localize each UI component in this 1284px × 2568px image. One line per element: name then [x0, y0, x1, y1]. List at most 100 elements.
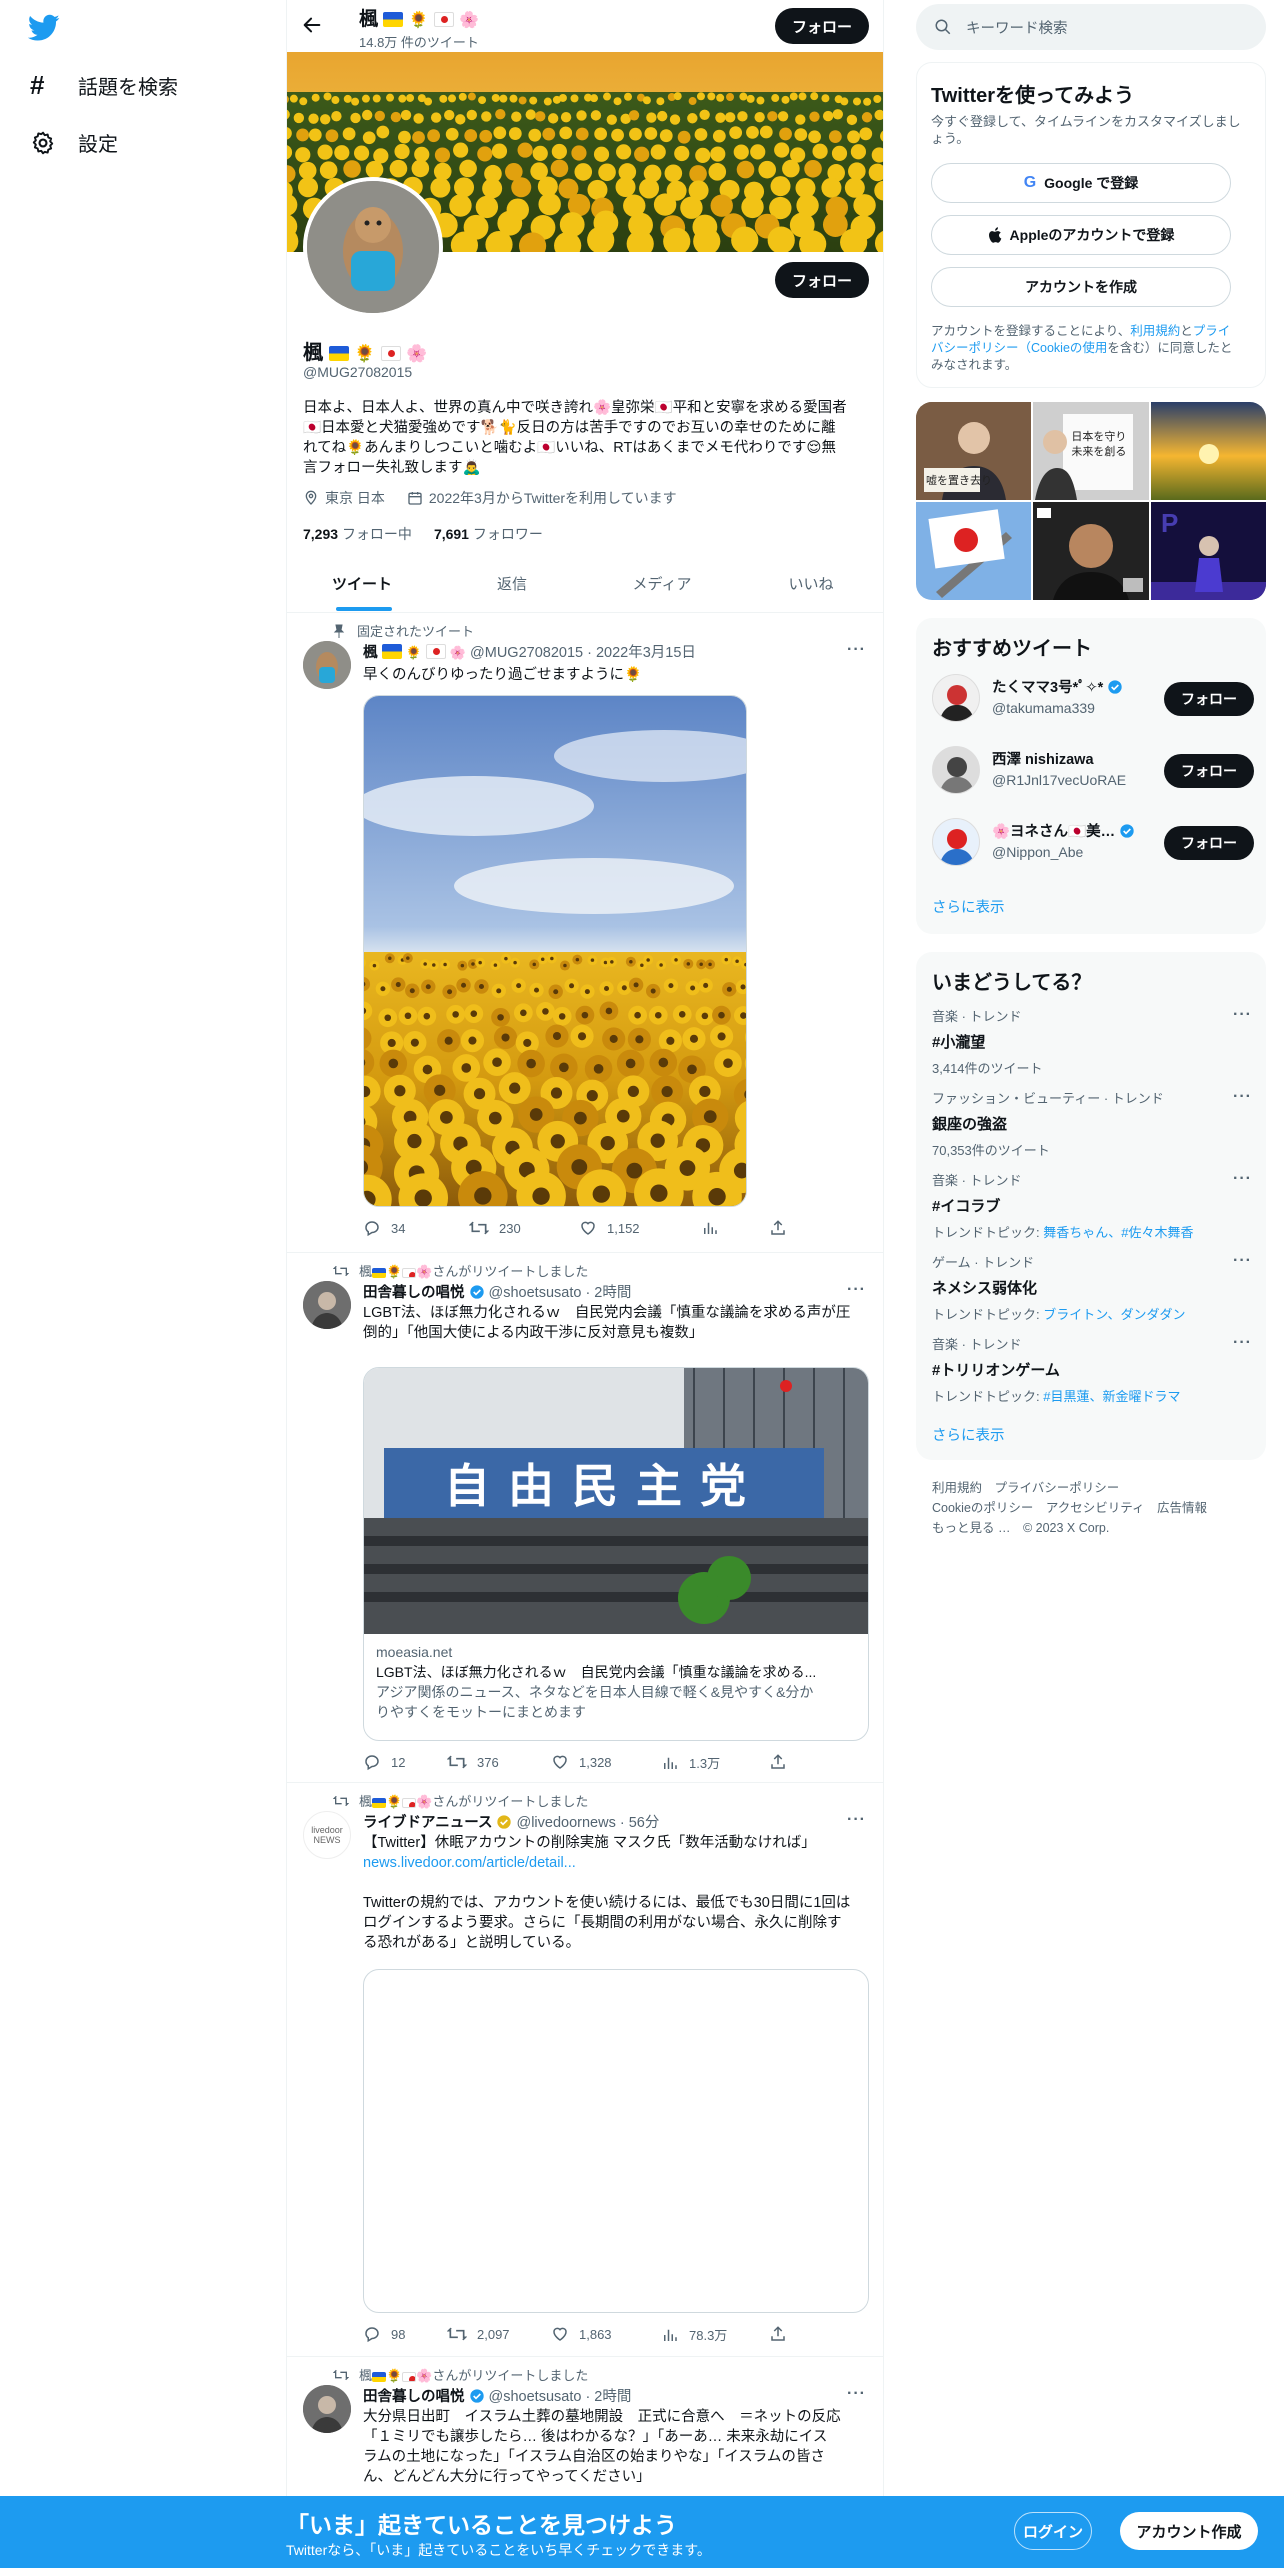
terms-text-part: アカウントを登録することにより、: [931, 324, 1131, 338]
media-thumbnail[interactable]: 日本を守り 未来を創る: [1033, 402, 1149, 500]
trend-item[interactable]: 音楽 · トレンド #小瀧望 3,414件のツイート ···: [932, 1006, 1252, 1077]
reply-button[interactable]: 12: [363, 1753, 405, 1771]
privacy-link[interactable]: プライ: [1193, 324, 1231, 338]
tab-tweets[interactable]: ツイート: [287, 553, 437, 613]
more-options-icon[interactable]: ···: [1233, 1006, 1252, 1024]
more-options-icon[interactable]: ···: [1233, 1252, 1252, 1270]
login-button[interactable]: ログイン: [1014, 2512, 1092, 2550]
trend-item[interactable]: 音楽 · トレンド #イコラブ トレンドトピック: 舞香ちゃん、#佐々木舞香 ·…: [932, 1170, 1252, 1241]
account-name[interactable]: たくママ3号*ﾟ✧*: [992, 676, 1103, 697]
like-count: 1,863: [579, 2326, 612, 2342]
terms-link[interactable]: 利用規約: [1130, 324, 1180, 338]
more-options-icon[interactable]: ···: [847, 1811, 866, 1829]
views-button[interactable]: 1.3万: [661, 1753, 720, 1772]
more-options-icon[interactable]: ···: [847, 2385, 866, 2403]
followers-link[interactable]: 7,691 フォロワー: [434, 524, 543, 544]
avatar[interactable]: [303, 1281, 351, 1329]
search-input[interactable]: キーワード検索: [916, 4, 1266, 50]
tab-media[interactable]: メディア: [587, 553, 737, 613]
apple-signup-button[interactable]: Appleのアカウントで登録: [931, 215, 1231, 255]
recommended-account[interactable]: たくママ3号*ﾟ✧* @takumama339 フォロー: [932, 670, 1254, 730]
privacy-link[interactable]: バシーポリシー（Cookieの使用: [931, 341, 1107, 355]
google-signup-button[interactable]: G Google で登録: [931, 163, 1231, 203]
link-card[interactable]: 自由民主党 moeasia.net LGBT法、ほぼ無力化されるｗ 自民党内会議…: [363, 1367, 869, 1741]
more-options-icon[interactable]: ···: [847, 641, 866, 659]
media-placeholder[interactable]: [363, 1969, 869, 2313]
retweet-button[interactable]: 230: [469, 1219, 521, 1237]
thumbnail-sign-text: 嘘を置き去り: [926, 475, 992, 487]
reply-button[interactable]: 34: [363, 1219, 405, 1237]
nav-settings[interactable]: 設定: [30, 128, 118, 157]
tweet-author[interactable]: ライブドアニュース: [363, 1811, 492, 1832]
tweet-link[interactable]: news.livedoor.com/article/detail...: [363, 1853, 850, 1873]
recommended-account[interactable]: 🌸ヨネさん🇯🇵美… @Nippon_Abe フォロー: [932, 814, 1254, 874]
follow-button[interactable]: フォロー: [1164, 682, 1254, 716]
account-name[interactable]: 🌸ヨネさん🇯🇵美…: [992, 820, 1115, 841]
trend-item[interactable]: ゲーム · トレンド ネメシス弱体化 トレンドトピック: ブライトン、ダンダダン…: [932, 1252, 1252, 1323]
show-more-link[interactable]: さらに表示: [932, 1424, 1005, 1445]
media-thumbnail[interactable]: P: [1150, 502, 1266, 600]
tweet-author[interactable]: 楓: [363, 645, 378, 661]
media-thumbnail[interactable]: [916, 502, 1032, 600]
recommended-account[interactable]: 西澤 nishizawa @R1Jnl17vecUoRAE フォロー: [932, 742, 1254, 802]
tweet-author[interactable]: 田舎暮しの唱悦: [363, 2385, 465, 2406]
header-follow-button[interactable]: フォロー: [775, 8, 869, 44]
footer-line[interactable]: 利用規約 プライバシーポリシー: [932, 1478, 1207, 1498]
profile-follow-button[interactable]: フォロー: [775, 262, 869, 298]
views-button[interactable]: 78.3万: [661, 2325, 727, 2344]
avatar[interactable]: livedoor NEWS: [303, 1811, 351, 1859]
more-options-icon[interactable]: ···: [847, 1281, 866, 1299]
tweet-retweet-lgbt[interactable]: 楓 🌻 🌸さんがリツイートしました 田舎暮しの唱悦 @shoetsusato · 2…: [287, 1253, 883, 1783]
trend-topic-links[interactable]: 舞香ちゃん、#佐々木舞香: [1043, 1225, 1193, 1240]
reply-button[interactable]: 98: [363, 2325, 405, 2343]
tab-likes[interactable]: いいね: [737, 553, 883, 613]
media-thumbnail[interactable]: 嘘を置き去り: [916, 402, 1032, 500]
nav-explore[interactable]: # 話題を検索: [30, 70, 178, 101]
retweet-button[interactable]: 376: [447, 1753, 499, 1771]
more-options-icon[interactable]: ···: [1233, 1088, 1252, 1106]
trend-topic-links[interactable]: #目黒蓮、新金曜ドラマ: [1043, 1389, 1180, 1404]
like-button[interactable]: 1,152: [579, 1219, 640, 1237]
tweet-retweet-oita[interactable]: 楓 🌻 🌸さんがリツイートしました 田舎暮しの唱悦 @shoetsusato · 2…: [287, 2357, 883, 2507]
retweet-button[interactable]: 2,097: [447, 2325, 510, 2343]
tweet-image[interactable]: [363, 695, 747, 1207]
follow-button[interactable]: フォロー: [1164, 826, 1254, 860]
twitter-logo-icon[interactable]: [28, 14, 60, 42]
more-options-icon[interactable]: ···: [1233, 1170, 1252, 1188]
trend-item[interactable]: 音楽 · トレンド #トリリオンゲーム トレンドトピック: #目黒蓮、新金曜ドラ…: [932, 1334, 1252, 1405]
avatar[interactable]: [303, 2385, 351, 2433]
tab-replies[interactable]: 返信: [437, 553, 587, 613]
tweet-pinned[interactable]: 固定されたツイート 楓 🌻 🌸 @MUG27082015 · 2022年3月15…: [287, 613, 883, 1253]
context-name[interactable]: 楓: [359, 2368, 372, 2383]
like-button[interactable]: 1,863: [551, 2325, 612, 2343]
context-name[interactable]: 楓: [359, 1264, 372, 1279]
following-link[interactable]: 7,293 フォロー中: [303, 524, 412, 544]
signup-button[interactable]: アカウント作成: [1120, 2512, 1258, 2550]
trend-item[interactable]: ファッション・ビューティー · トレンド 銀座の強盗 70,353件のツイート …: [932, 1088, 1252, 1159]
follow-button[interactable]: フォロー: [1164, 754, 1254, 788]
tweet-retweet-livedoor[interactable]: 楓 🌻 🌸さんがリツイートしました livedoor NEWS ライブドアニュース …: [287, 1783, 883, 2355]
create-account-button[interactable]: アカウントを作成: [931, 267, 1231, 307]
avatar[interactable]: [303, 641, 351, 689]
share-button[interactable]: [769, 1219, 787, 1237]
cherry-blossom-icon: 🌸: [459, 12, 479, 29]
views-button[interactable]: [701, 1219, 719, 1237]
more-options-icon[interactable]: ···: [1233, 1334, 1252, 1352]
avatar[interactable]: [932, 818, 980, 866]
share-button[interactable]: [769, 1753, 787, 1771]
context-name[interactable]: 楓: [359, 1794, 372, 1809]
share-button[interactable]: [769, 2325, 787, 2343]
footer-line[interactable]: もっと見る … © 2023 X Corp.: [932, 1518, 1207, 1538]
like-button[interactable]: 1,328: [551, 1753, 612, 1771]
media-thumbnail[interactable]: [1150, 402, 1266, 500]
show-more-link[interactable]: さらに表示: [932, 896, 1005, 917]
trend-topic-links[interactable]: ブライトン、ダンダダン: [1043, 1307, 1185, 1322]
tweet-author[interactable]: 田舎暮しの唱悦: [363, 1281, 465, 1302]
media-thumbnail[interactable]: [1033, 502, 1149, 600]
back-arrow-icon[interactable]: [301, 14, 323, 36]
footer-line[interactable]: Cookieのポリシー アクセシビリティ 広告情報: [932, 1498, 1207, 1518]
avatar[interactable]: [932, 674, 980, 722]
account-name[interactable]: 西澤 nishizawa: [992, 748, 1094, 769]
profile-avatar[interactable]: [303, 177, 443, 317]
avatar[interactable]: [932, 746, 980, 794]
